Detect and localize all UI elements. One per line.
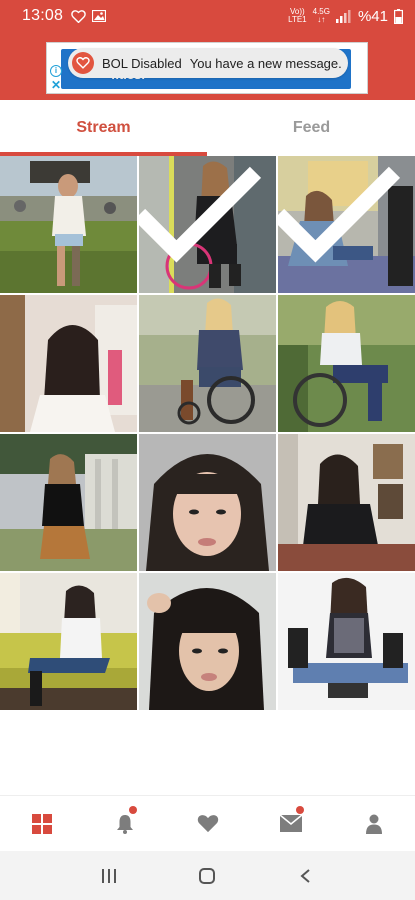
photo-image: [0, 573, 137, 710]
network-indicator: Vo)) LTE1: [288, 8, 307, 24]
bell-icon: [116, 814, 133, 834]
check-icon[interactable]: [278, 156, 405, 283]
photo-tile[interactable]: [278, 434, 415, 571]
status-left-icons: [71, 9, 107, 23]
status-time: 13:08: [22, 7, 64, 24]
photo-tile[interactable]: [0, 434, 137, 571]
photo-tile[interactable]: [0, 295, 137, 432]
home-icon[interactable]: [198, 867, 216, 885]
battery-percent: %41: [357, 7, 388, 25]
bottom-nav: [0, 795, 415, 851]
photo-image: [0, 295, 137, 432]
speed-indicator: 4.5G ↓↑: [313, 8, 330, 24]
status-right: Vo)) LTE1 4.5G ↓↑ %41: [288, 8, 403, 25]
photo-tile[interactable]: [0, 156, 137, 293]
photo-image: [0, 156, 137, 293]
photo-tile[interactable]: [139, 156, 276, 293]
notification-badge: [128, 806, 137, 814]
photo-tile[interactable]: [278, 573, 415, 710]
tab-feed[interactable]: Feed: [208, 100, 415, 156]
nav-messages[interactable]: [249, 796, 332, 851]
updown-arrows: ↓↑: [317, 15, 326, 24]
toast-message: You have a new message.: [189, 55, 342, 71]
status-bar: 13:08 Vo)) LTE1 4.5G ↓↑ %41: [0, 0, 415, 32]
nav-grid[interactable]: [0, 796, 83, 851]
photo-tile[interactable]: [278, 156, 415, 293]
app-logo-icon: [72, 52, 94, 74]
back-icon[interactable]: [298, 868, 314, 884]
heart-outline-icon: [71, 9, 86, 23]
photo-image: [278, 295, 415, 432]
check-icon[interactable]: [139, 156, 266, 283]
nav-likes[interactable]: [166, 796, 249, 851]
photo-image: [139, 295, 276, 432]
photo-image: [0, 434, 137, 571]
heart-icon: [197, 815, 218, 833]
toast-notification: BOL Disabled You have a new message.: [68, 48, 348, 78]
photo-image: [139, 434, 276, 571]
photo-image: [139, 573, 276, 710]
lte-label: LTE1: [288, 15, 307, 24]
photo-image: [278, 573, 415, 710]
photo-tile[interactable]: [139, 434, 276, 571]
photo-grid: [0, 156, 415, 710]
battery-icon: [394, 8, 403, 24]
system-nav-bar: [0, 851, 415, 900]
photo-image: [278, 434, 415, 571]
message-badge: [295, 806, 304, 814]
recent-apps-icon[interactable]: [101, 868, 117, 884]
nav-profile[interactable]: [332, 796, 415, 851]
image-icon: [92, 10, 107, 22]
photo-tile[interactable]: [139, 295, 276, 432]
ad-close-icon[interactable]: ✕: [51, 79, 61, 91]
nav-notifications[interactable]: [83, 796, 166, 851]
mail-icon: [279, 815, 302, 832]
photo-tile[interactable]: [278, 295, 415, 432]
toast-title: BOL Disabled: [102, 55, 182, 71]
ad-info-icon[interactable]: i: [50, 65, 62, 77]
tab-stream[interactable]: Stream: [0, 100, 207, 156]
signal-icon: [335, 9, 351, 23]
photo-tile[interactable]: [0, 573, 137, 710]
photo-tile[interactable]: [139, 573, 276, 710]
grid-icon: [31, 813, 52, 834]
tab-bar: Stream Feed: [0, 100, 415, 156]
profile-icon: [365, 814, 382, 834]
